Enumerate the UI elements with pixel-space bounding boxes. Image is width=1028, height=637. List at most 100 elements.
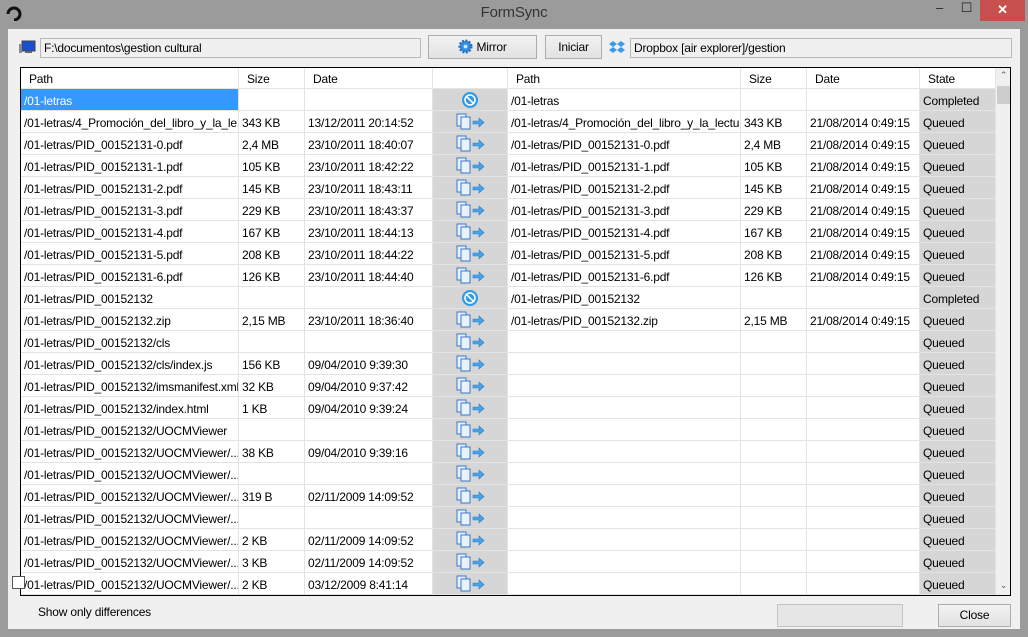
cell-right-date bbox=[807, 441, 920, 463]
header-state[interactable]: State bbox=[920, 68, 996, 89]
local-path-field[interactable]: F:\documentos\gestion cultural bbox=[40, 38, 421, 58]
scroll-down-icon[interactable]: ⌄ bbox=[996, 580, 1010, 591]
cell-left-date: 23/10/2011 18:44:13 bbox=[305, 221, 433, 243]
cell-left-date: 03/12/2009 8:41:14 bbox=[305, 573, 433, 595]
cell-right-date: 21/08/2014 0:49:15 bbox=[807, 155, 920, 177]
cell-right-size bbox=[741, 551, 807, 573]
cell-action bbox=[433, 265, 508, 287]
table-row[interactable]: /01-letras/PID_00152132/UOCMViewer Queued bbox=[21, 419, 996, 441]
cell-right-size bbox=[741, 573, 807, 595]
cell-state: Queued bbox=[920, 243, 996, 265]
table-row[interactable]: /01-letras/PID_00152132/index.html 1 KB 09… bbox=[21, 397, 996, 419]
cell-right-path: /01-letras/PID_00152132 bbox=[508, 287, 741, 309]
cell-right-date bbox=[807, 529, 920, 551]
cell-left-path: /01-letras/PID_00152131-5.pdf bbox=[21, 243, 239, 265]
cell-state: Queued bbox=[920, 375, 996, 397]
table-row[interactable]: /01-letras/PID_00152131-4.pdf 167 KB 23/10… bbox=[21, 221, 996, 243]
copy-to-remote-icon bbox=[456, 113, 485, 130]
cell-right-size bbox=[741, 485, 807, 507]
cell-left-date: 23/10/2011 18:43:37 bbox=[305, 199, 433, 221]
show-only-differences-label: Show only differences bbox=[38, 605, 151, 619]
close-button[interactable]: Close bbox=[938, 604, 1011, 627]
scroll-thumb[interactable] bbox=[997, 86, 1010, 104]
cell-right-size: 343 KB bbox=[741, 111, 807, 133]
cell-right-path bbox=[508, 353, 741, 375]
cell-left-size: 167 KB bbox=[239, 221, 305, 243]
header-left-size[interactable]: Size bbox=[239, 68, 305, 89]
cell-right-path: /01-letras/PID_00152131-3.pdf bbox=[508, 199, 741, 221]
minimize-button[interactable]: – bbox=[926, 0, 953, 21]
table-row[interactable]: /01-letras/PID_00152131-2.pdf 145 KB 23/10… bbox=[21, 177, 996, 199]
table-row[interactable]: /01-letras/PID_00152132.zip 2,15 MB 23/10/… bbox=[21, 309, 996, 331]
table-row[interactable]: /01-letras/PID_00152132/UOCMViewer/... 2 … bbox=[21, 529, 996, 551]
cell-left-date bbox=[305, 507, 433, 529]
table-row[interactable]: /01-letras/PID_00152131-1.pdf 105 KB 23/10… bbox=[21, 155, 996, 177]
table-row[interactable]: /01-letras/01-letras Completed bbox=[21, 89, 996, 111]
copy-to-remote-icon bbox=[456, 333, 485, 350]
cell-action bbox=[433, 485, 508, 507]
vertical-scrollbar[interactable]: ⌃ ⌄ bbox=[996, 68, 1010, 595]
table-row[interactable]: /01-letras/PID_00152131-5.pdf 208 KB 23/10… bbox=[21, 243, 996, 265]
dropbox-icon bbox=[609, 41, 625, 53]
cell-left-date: 13/12/2011 20:14:52 bbox=[305, 111, 433, 133]
cell-right-path: /01-letras bbox=[508, 89, 741, 111]
header-left-date[interactable]: Date bbox=[305, 68, 433, 89]
maximize-button[interactable]: ☐ bbox=[953, 0, 980, 21]
copy-to-remote-icon bbox=[456, 421, 485, 438]
header-right-date[interactable]: Date bbox=[807, 68, 920, 89]
header-action[interactable] bbox=[433, 68, 508, 89]
cell-action bbox=[433, 353, 508, 375]
cell-right-path bbox=[508, 331, 741, 353]
cell-right-path: /01-letras/PID_00152131-4.pdf bbox=[508, 221, 741, 243]
cell-left-path: /01-letras/PID_00152131-2.pdf bbox=[21, 177, 239, 199]
cell-action bbox=[433, 507, 508, 529]
cell-left-path: /01-letras/PID_00152132/UOCMViewer/... bbox=[21, 507, 239, 529]
table-row[interactable]: /01-letras/PID_00152131-6.pdf 126 KB 23/10… bbox=[21, 265, 996, 287]
mirror-button[interactable]: Mirror bbox=[428, 35, 537, 59]
table-row[interactable]: /01-letras/PID_00152132/cls/index.js 156 … bbox=[21, 353, 996, 375]
cell-left-size: 145 KB bbox=[239, 177, 305, 199]
cell-right-size bbox=[741, 353, 807, 375]
close-window-button[interactable]: ✕ bbox=[980, 0, 1025, 21]
completed-skip-icon bbox=[462, 92, 478, 108]
cell-action bbox=[433, 177, 508, 199]
cell-right-path bbox=[508, 397, 741, 419]
copy-to-remote-icon bbox=[456, 179, 485, 196]
show-only-differences-checkbox[interactable] bbox=[12, 576, 25, 589]
table-row[interactable]: /01-letras/PID_00152131-3.pdf 229 KB 23/10… bbox=[21, 199, 996, 221]
remote-path-field[interactable]: Dropbox [air explorer]/gestion bbox=[630, 38, 1012, 58]
cell-right-size bbox=[741, 463, 807, 485]
copy-to-remote-icon bbox=[456, 487, 485, 504]
table-row[interactable]: /01-letras/PID_00152132/UOCMViewer/... 31… bbox=[21, 485, 996, 507]
table-row[interactable]: /01-letras/PID_00152132/imsmanifest.xml 3… bbox=[21, 375, 996, 397]
table-row[interactable]: /01-letras/PID_00152131-0.pdf 2,4 MB 23/10… bbox=[21, 133, 996, 155]
cell-left-size bbox=[239, 463, 305, 485]
cell-action bbox=[433, 243, 508, 265]
table-row[interactable]: /01-letras/PID_00152132/cls Queued bbox=[21, 331, 996, 353]
scroll-up-icon[interactable]: ⌃ bbox=[996, 70, 1010, 81]
table-row[interactable]: /01-letras/PID_00152132/UOCMViewer/... Qu… bbox=[21, 507, 996, 529]
table-row[interactable]: /01-letras/PID_00152132/UOCMViewer/... Qu… bbox=[21, 463, 996, 485]
table-row[interactable]: /01-letras/4_Promoción_del_libro_y_la_le… bbox=[21, 111, 996, 133]
table-row[interactable]: /01-letras/PID_00152132/UOCMViewer/... 2 … bbox=[21, 573, 996, 595]
cell-right-date bbox=[807, 485, 920, 507]
cell-right-date bbox=[807, 551, 920, 573]
cell-left-path: /01-letras/PID_00152131-4.pdf bbox=[21, 221, 239, 243]
header-right-size[interactable]: Size bbox=[741, 68, 807, 89]
start-button[interactable]: Iniciar bbox=[545, 35, 602, 59]
cell-right-path bbox=[508, 507, 741, 529]
cell-right-size: 167 KB bbox=[741, 221, 807, 243]
cell-state: Queued bbox=[920, 309, 996, 331]
table-row[interactable]: /01-letras/PID_00152132/UOCMViewer/... 38… bbox=[21, 441, 996, 463]
cell-left-path: /01-letras/PID_00152131-3.pdf bbox=[21, 199, 239, 221]
cell-state: Queued bbox=[920, 463, 996, 485]
table-row[interactable]: /01-letras/PID_00152132/UOCMViewer/... 3 … bbox=[21, 551, 996, 573]
cell-left-date: 23/10/2011 18:36:40 bbox=[305, 309, 433, 331]
cell-state: Queued bbox=[920, 265, 996, 287]
cell-right-date bbox=[807, 507, 920, 529]
cell-right-size: 2,15 MB bbox=[741, 309, 807, 331]
table-row[interactable]: /01-letras/PID_00152132/01-letras/PID_00… bbox=[21, 287, 996, 309]
cell-left-size bbox=[239, 89, 305, 111]
header-left-path[interactable]: Path bbox=[21, 68, 239, 89]
header-right-path[interactable]: Path bbox=[508, 68, 741, 89]
